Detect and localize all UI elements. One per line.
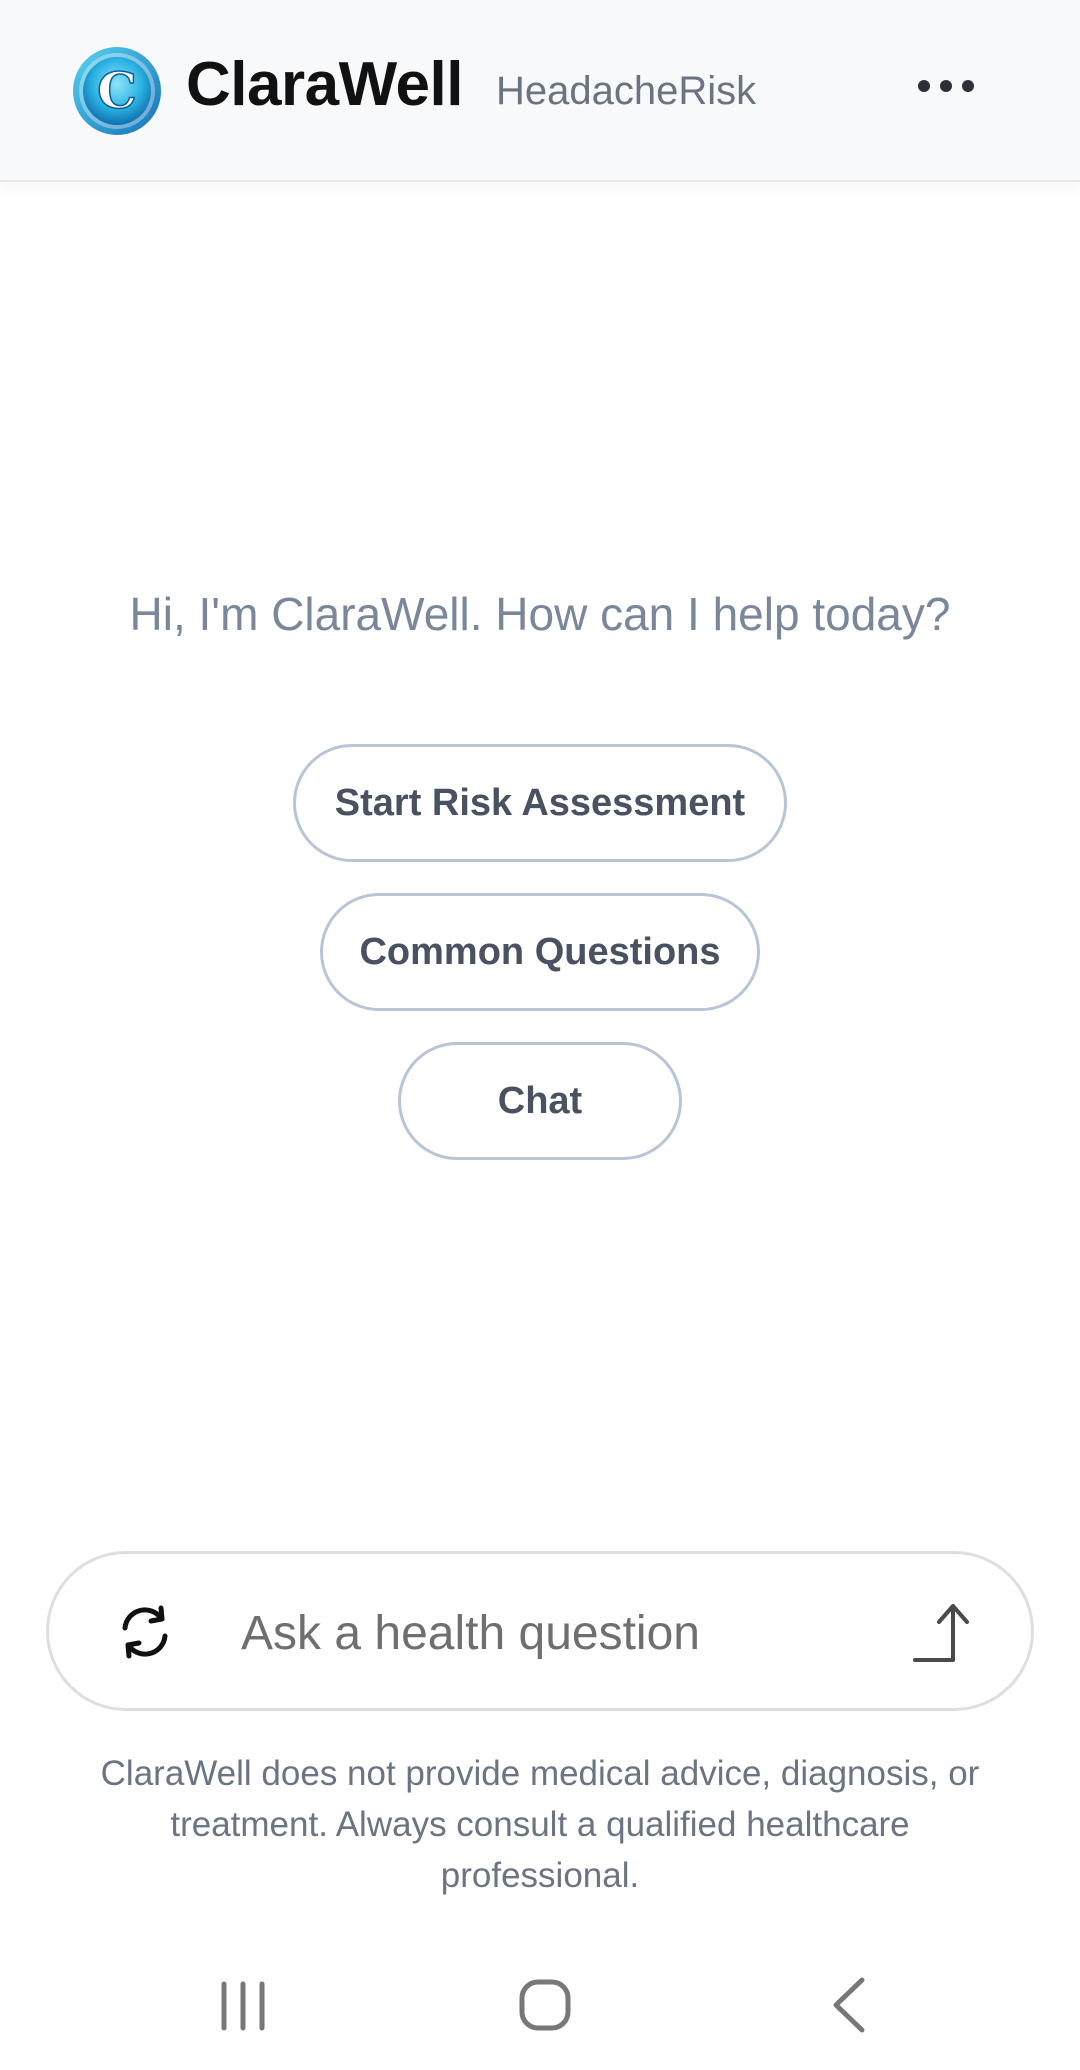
send-button[interactable] [909,1598,979,1668]
greeting-text: Hi, I'm ClaraWell. How can I help today? [129,588,951,640]
back-icon [833,1977,865,2033]
back-button[interactable] [804,1970,894,2040]
home-icon [519,1979,571,2031]
medical-disclaimer: ClaraWell does not provide medical advic… [100,1754,980,1895]
recents-icon [221,1981,265,2031]
send-arrow-icon [913,1604,969,1662]
message-composer [46,1551,1034,1711]
brand-name: ClaraWell [186,50,463,119]
app-header: C ClaraWell HeadacheRisk [0,0,1080,182]
logo-letter: C [97,61,137,120]
system-navigation-bar [0,1940,1080,2070]
common-questions-button[interactable]: Common Questions [320,893,760,1011]
app-subtitle: HeadacheRisk [496,69,757,113]
app-screen: C ClaraWell HeadacheRisk Hi, I'm ClaraWe… [0,0,1080,2070]
ask-question-input[interactable] [239,1594,883,1672]
start-risk-assessment-button[interactable]: Start Risk Assessment [293,744,787,862]
chat-button[interactable]: Chat [398,1042,682,1160]
refresh-icon [122,1605,168,1659]
home-button[interactable] [500,1970,590,2040]
recents-button[interactable] [198,1970,288,2040]
more-horizontal-icon [918,80,930,92]
refresh-button[interactable] [113,1600,177,1664]
more-options-button[interactable] [906,60,986,110]
clarawell-logo: C [72,46,162,136]
